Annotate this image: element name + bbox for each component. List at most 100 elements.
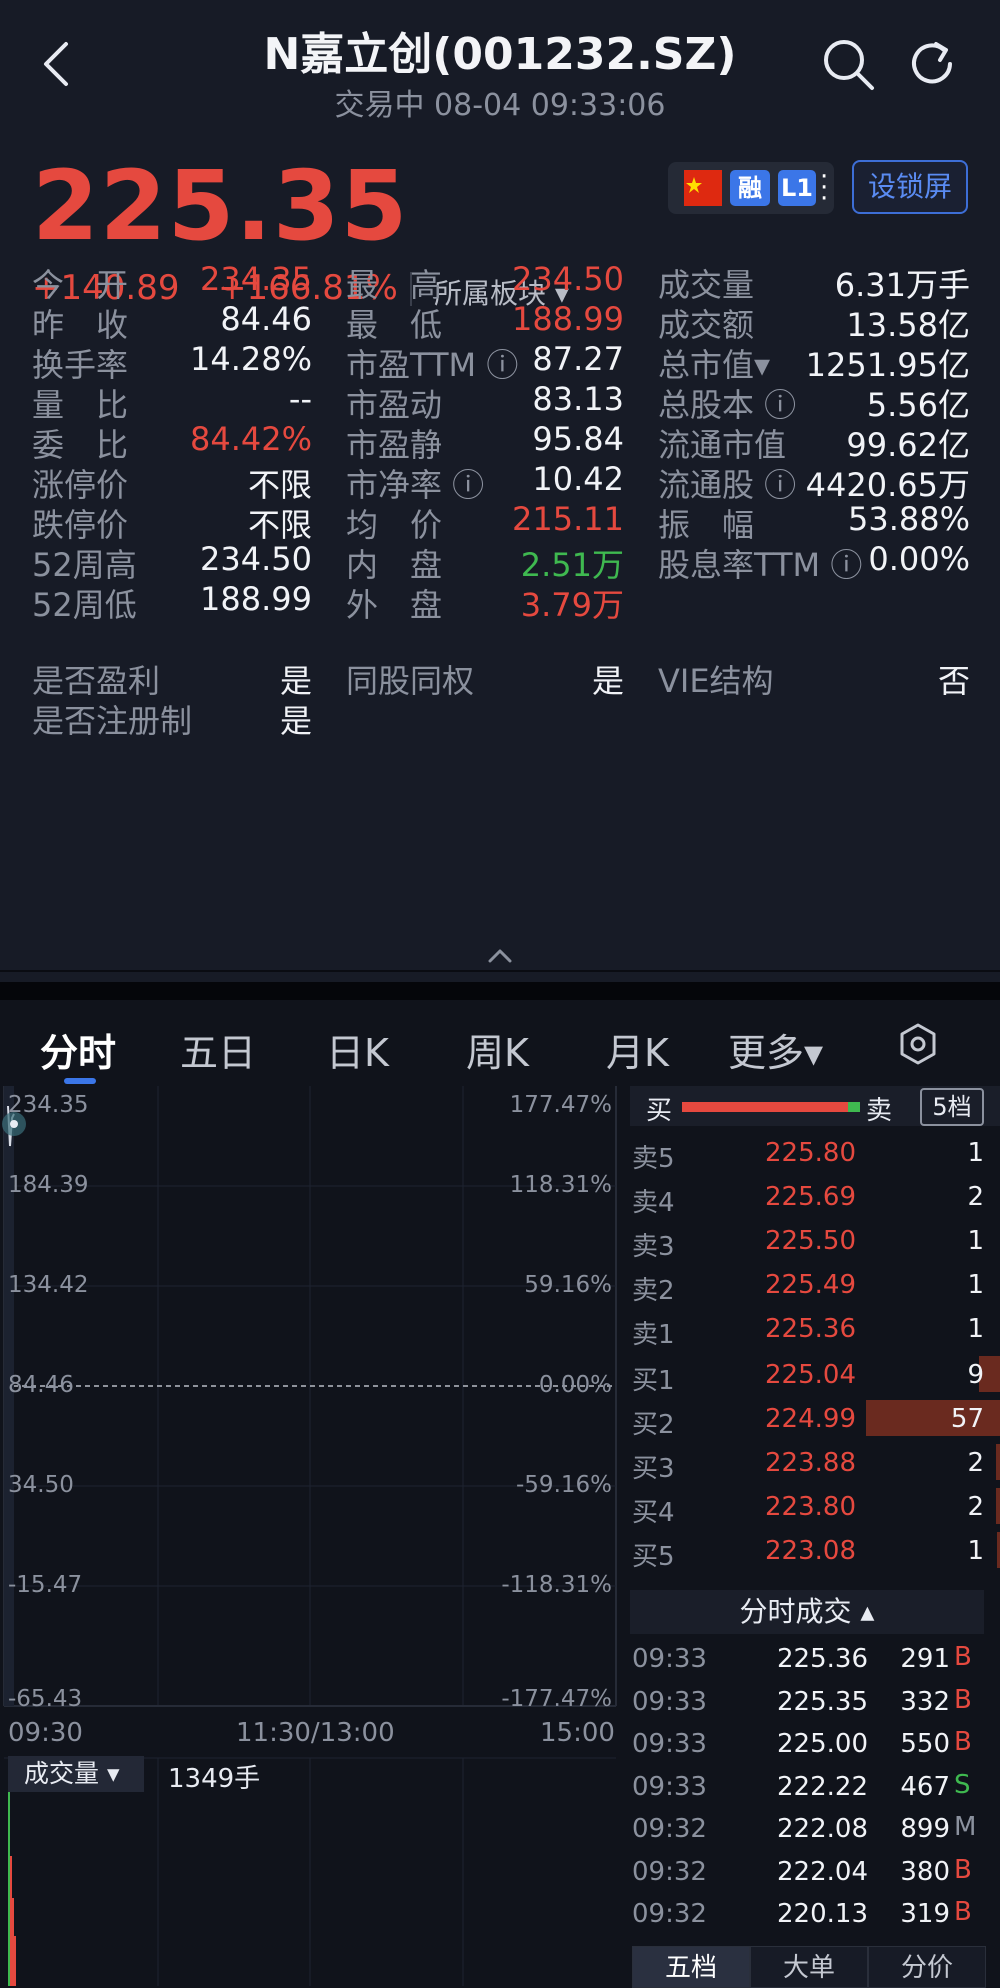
price-axis-tick: 184.39 xyxy=(8,1172,89,1198)
level-qty: 2 xyxy=(967,1448,984,1478)
tab-intraday[interactable]: 分时 xyxy=(40,1022,116,1077)
level-qty: 2 xyxy=(967,1492,984,1522)
top-bar: N嘉立创(001232.SZ) 交易中 08-04 09:33:06 xyxy=(0,0,1000,123)
level-qty: 57 xyxy=(950,1404,984,1434)
ask-level[interactable]: 卖3 225.50 1 xyxy=(630,1218,1000,1262)
level-qty: 1 xyxy=(967,1536,984,1566)
tick-time: 09:32 xyxy=(632,1899,707,1929)
stat-value: 14.28% xyxy=(189,340,312,378)
book-tabs: 五档 大单 分价 xyxy=(0,1946,1000,1988)
time-axis-tick: 09:30 xyxy=(8,1718,83,1748)
tick-side-flag: B xyxy=(954,1642,972,1672)
divider xyxy=(0,970,1000,972)
bid-level[interactable]: 买3 223.88 2 xyxy=(630,1440,1000,1484)
stat-value: 83.13 xyxy=(532,380,624,418)
tick-volume: 319 xyxy=(900,1899,950,1929)
tick-time: 09:33 xyxy=(632,1686,707,1717)
collapse-chevron-icon[interactable] xyxy=(486,945,514,965)
volume-indicator-dropdown[interactable]: 成交量 ▾ xyxy=(8,1756,144,1792)
book-tab[interactable]: 分价 xyxy=(868,1946,986,1988)
more-dots-icon[interactable]: · · · xyxy=(820,164,830,212)
book-tab[interactable]: 五档 xyxy=(632,1946,750,1988)
tick-price: 222.22 xyxy=(777,1771,868,1802)
stat-label: 52周低 xyxy=(32,586,137,624)
stat-value: 188.99 xyxy=(200,580,312,618)
price-axis-tick: 84.46 xyxy=(8,1372,74,1398)
ticks-header[interactable]: 分时成交 ▴ xyxy=(630,1590,984,1634)
tick-price: 222.08 xyxy=(777,1814,868,1844)
tick-row: 09:32 222.04 380 B xyxy=(630,1851,1000,1893)
tick-time: 09:32 xyxy=(632,1814,707,1844)
level-qty: 1 xyxy=(967,1226,984,1256)
settings-icon[interactable] xyxy=(896,1022,940,1066)
tick-side-flag: M xyxy=(954,1812,977,1842)
level-qty: 1 xyxy=(967,1138,984,1168)
stat-value: 84.46 xyxy=(220,300,312,338)
level-qty: 1 xyxy=(967,1314,984,1344)
tick-volume: 550 xyxy=(900,1729,950,1759)
stat-value: 3.79万 xyxy=(520,586,624,624)
tick-time: 09:33 xyxy=(632,1729,707,1759)
tick-row: 09:32 220.13 319 B xyxy=(630,1893,1000,1935)
time-axis-tick: 11:30/13:00 xyxy=(236,1718,395,1748)
info-value: 是 xyxy=(279,702,312,740)
percent-axis-tick: 0.00% xyxy=(538,1372,612,1398)
tick-row: 09:32 222.08 899 M xyxy=(630,1808,1000,1850)
sell-label: 卖 xyxy=(866,1096,893,1126)
tick-price: 225.35 xyxy=(777,1686,868,1717)
ask-level[interactable]: 卖2 225.49 1 xyxy=(630,1262,1000,1306)
trading-status: 交易中 08-04 09:33:06 xyxy=(334,88,666,123)
stat-label: 外 盘 xyxy=(346,586,443,624)
tick-row: 09:33 225.36 291 B xyxy=(630,1638,1000,1680)
tick-volume: 467 xyxy=(900,1771,950,1802)
percent-axis-tick: -118.31% xyxy=(501,1572,612,1598)
back-arrow-icon[interactable] xyxy=(36,40,76,88)
search-icon[interactable] xyxy=(820,36,876,92)
bid-level[interactable]: 买4 223.80 2 xyxy=(630,1484,1000,1528)
book-tab[interactable]: 大单 xyxy=(750,1946,868,1988)
price-axis-tick: 34.50 xyxy=(8,1472,74,1498)
refresh-icon[interactable] xyxy=(904,36,960,92)
percent-axis-tick: 177.47% xyxy=(509,1092,612,1118)
tab-weekly-k[interactable]: 周K xyxy=(466,1022,529,1077)
ask-level[interactable]: 卖5 225.80 1 xyxy=(630,1130,1000,1174)
tick-side-flag: S xyxy=(954,1769,971,1800)
tab-five-day[interactable]: 五日 xyxy=(180,1022,256,1077)
level-qty: 9 xyxy=(967,1360,984,1390)
tick-side-flag: B xyxy=(954,1897,972,1927)
bid-volume-bar xyxy=(996,1444,1000,1480)
tab-monthly-k[interactable]: 月K xyxy=(606,1022,669,1077)
bid-level[interactable]: 买2 224.99 57 xyxy=(630,1396,1000,1440)
stat-value: 0.00% xyxy=(868,540,970,578)
chart-period-tabs: 分时 五日 日K 周K 月K 更多▾ xyxy=(0,1000,1000,1086)
stat-value: 234.35 xyxy=(200,260,312,298)
chart-grid xyxy=(2,1086,617,1986)
tab-daily-k[interactable]: 日K xyxy=(326,1022,389,1077)
stat-value: 188.99 xyxy=(512,300,624,338)
bid-volume-bar xyxy=(996,1488,1000,1524)
info-row: 是否注册制是 xyxy=(0,696,1000,746)
percent-axis-tick: -177.47% xyxy=(501,1686,612,1712)
tick-price: 222.04 xyxy=(777,1856,868,1887)
lock-screen-button[interactable]: 设锁屏 xyxy=(852,160,968,214)
stock-title: N嘉立创(001232.SZ) xyxy=(263,29,737,80)
stat-value: 84.42% xyxy=(189,420,312,458)
ask-level[interactable]: 卖4 225.69 2 xyxy=(630,1174,1000,1218)
sell-ratio-fill xyxy=(848,1102,860,1112)
tick-volume: 332 xyxy=(900,1686,950,1717)
stat-value: 215.11 xyxy=(512,500,624,538)
stat-value: 53.88% xyxy=(847,500,970,538)
bid-level[interactable]: 买1 225.04 9 xyxy=(630,1352,1000,1396)
stat-value: 10.42 xyxy=(532,460,624,498)
depth-selector[interactable]: 5档 xyxy=(920,1088,984,1126)
tick-row: 09:33 222.22 467 S xyxy=(630,1766,1000,1808)
price-axis-tick: 234.35 xyxy=(8,1092,89,1118)
china-flag-icon xyxy=(684,170,722,206)
buy-ratio-fill xyxy=(682,1102,848,1112)
order-book: 买 卖 5档 卖5 225.80 1 卖4 225.69 2 卖3 225.50 1 卖2 225.… xyxy=(630,1086,1000,1929)
ask-level[interactable]: 卖1 225.36 1 xyxy=(630,1306,1000,1350)
market-badges[interactable]: 融 L1 · · · xyxy=(668,162,834,214)
level-qty: 2 xyxy=(967,1182,984,1212)
bid-level[interactable]: 买5 223.08 1 xyxy=(630,1528,1000,1572)
tab-more[interactable]: 更多▾ xyxy=(728,1022,823,1077)
